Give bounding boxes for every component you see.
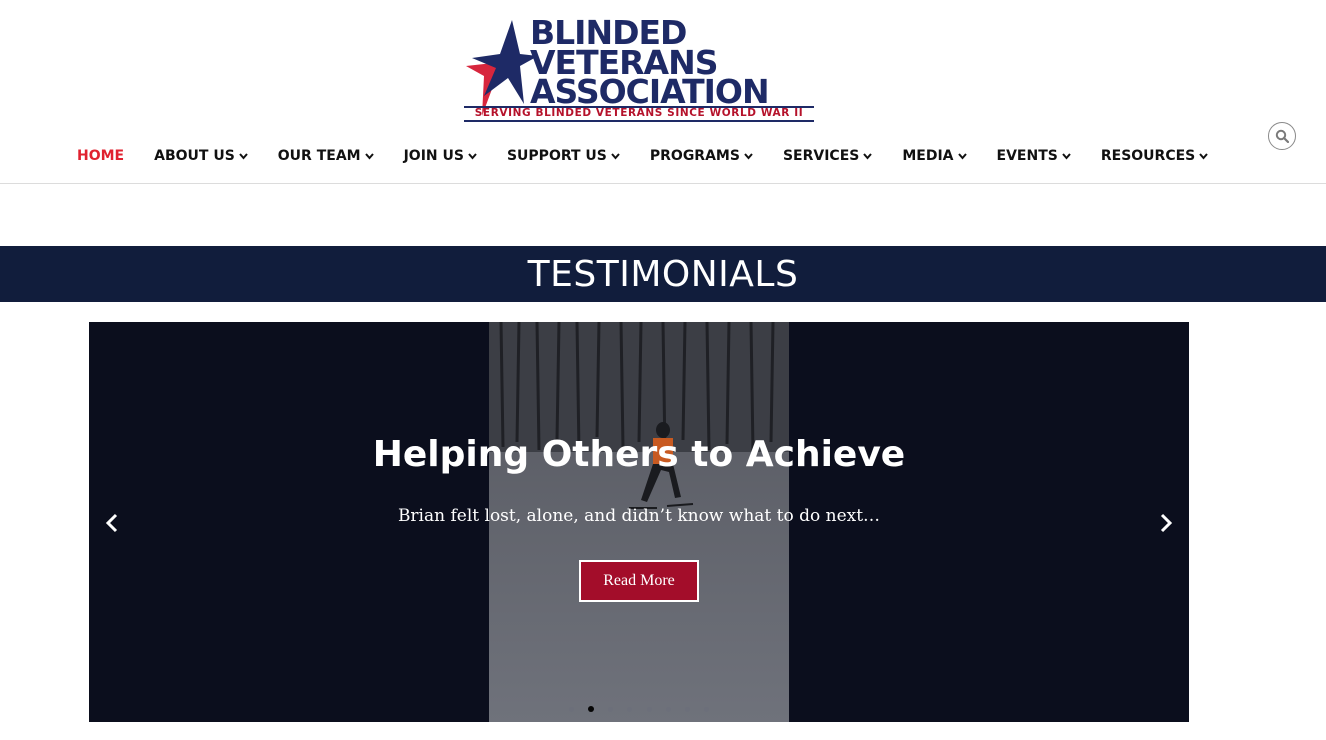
slider-pagination	[569, 705, 709, 713]
nav-item-label: PROGRAMS	[649, 148, 740, 164]
nav-item-label: SUPPORT US	[506, 148, 607, 164]
chevron-right-icon	[1160, 513, 1173, 533]
page-title: TESTIMONIALS	[527, 253, 799, 295]
nav-item-events[interactable]: EVENTS	[982, 148, 1086, 164]
logo-line-3: ASSOCIATION	[530, 72, 770, 111]
chevron-down-icon	[744, 152, 753, 160]
chevron-down-icon	[1199, 152, 1209, 160]
nav-item-label: SERVICES	[782, 148, 860, 164]
nav-item-label: ABOUT US	[154, 148, 235, 164]
nav-item-resources[interactable]: RESOURCES	[1086, 148, 1223, 164]
slider-dot[interactable]	[703, 706, 709, 712]
nav-item-home[interactable]: HOME	[62, 148, 139, 164]
slider-next-button[interactable]	[1155, 512, 1175, 534]
slider-dot[interactable]	[627, 706, 633, 712]
logo-rule-bottom	[464, 120, 814, 122]
nav-item-media[interactable]: MEDIA	[887, 148, 981, 164]
main-navigation: HOME ABOUT US OUR TEAM JOIN US SUPPORT US PRO…	[62, 140, 1223, 172]
search-icon	[1275, 129, 1289, 143]
nav-item-label: MEDIA	[902, 148, 954, 164]
chevron-down-icon	[863, 152, 873, 160]
logo-tagline: SERVING BLINDED VETERANS SINCE WORLD WAR…	[474, 107, 804, 119]
nav-item-programs[interactable]: PROGRAMS	[635, 148, 768, 164]
chevron-down-icon	[364, 152, 374, 160]
slider-dot[interactable]	[646, 706, 652, 712]
chevron-down-icon	[468, 152, 477, 160]
chevron-left-icon	[105, 513, 118, 533]
nav-item-services[interactable]: SERVICES	[768, 148, 887, 164]
slide-title: Helping Others to Achieve	[372, 434, 906, 475]
nav-item-label: RESOURCES	[1100, 148, 1196, 164]
nav-item-label: HOME	[77, 148, 125, 164]
nav-divider	[0, 183, 1326, 184]
slider-dot[interactable]	[588, 706, 595, 712]
nav-item-label: OUR TEAM	[277, 148, 361, 164]
slider-dot[interactable]	[608, 706, 614, 712]
chevron-down-icon	[239, 152, 248, 160]
testimonial-slider: Helping Others to Achieve Brian felt los…	[89, 322, 1189, 722]
chevron-down-icon	[611, 152, 620, 160]
chevron-down-icon	[957, 152, 967, 160]
nav-item-our-team[interactable]: OUR TEAM	[263, 148, 389, 164]
nav-item-about-us[interactable]: ABOUT US	[139, 148, 263, 164]
slider-prev-button[interactable]	[103, 512, 123, 534]
nav-item-label: JOIN US	[403, 148, 464, 164]
slider-dot[interactable]	[665, 706, 671, 712]
search-button[interactable]	[1268, 122, 1296, 150]
site-logo[interactable]: BLINDED VETERANS ASSOCIATION SERVING BLI…	[462, 14, 816, 126]
read-more-button[interactable]: Read More	[579, 560, 699, 602]
nav-item-label: EVENTS	[996, 148, 1058, 164]
slider-dot[interactable]	[684, 706, 690, 712]
testimonials-banner: TESTIMONIALS	[0, 246, 1326, 302]
slide-excerpt: Brian felt lost, alone, and didn’t know …	[397, 506, 881, 526]
slider-dot[interactable]	[569, 706, 574, 712]
nav-item-join-us[interactable]: JOIN US	[389, 148, 492, 164]
chevron-down-icon	[1062, 152, 1071, 160]
nav-item-support-us[interactable]: SUPPORT US	[492, 148, 635, 164]
